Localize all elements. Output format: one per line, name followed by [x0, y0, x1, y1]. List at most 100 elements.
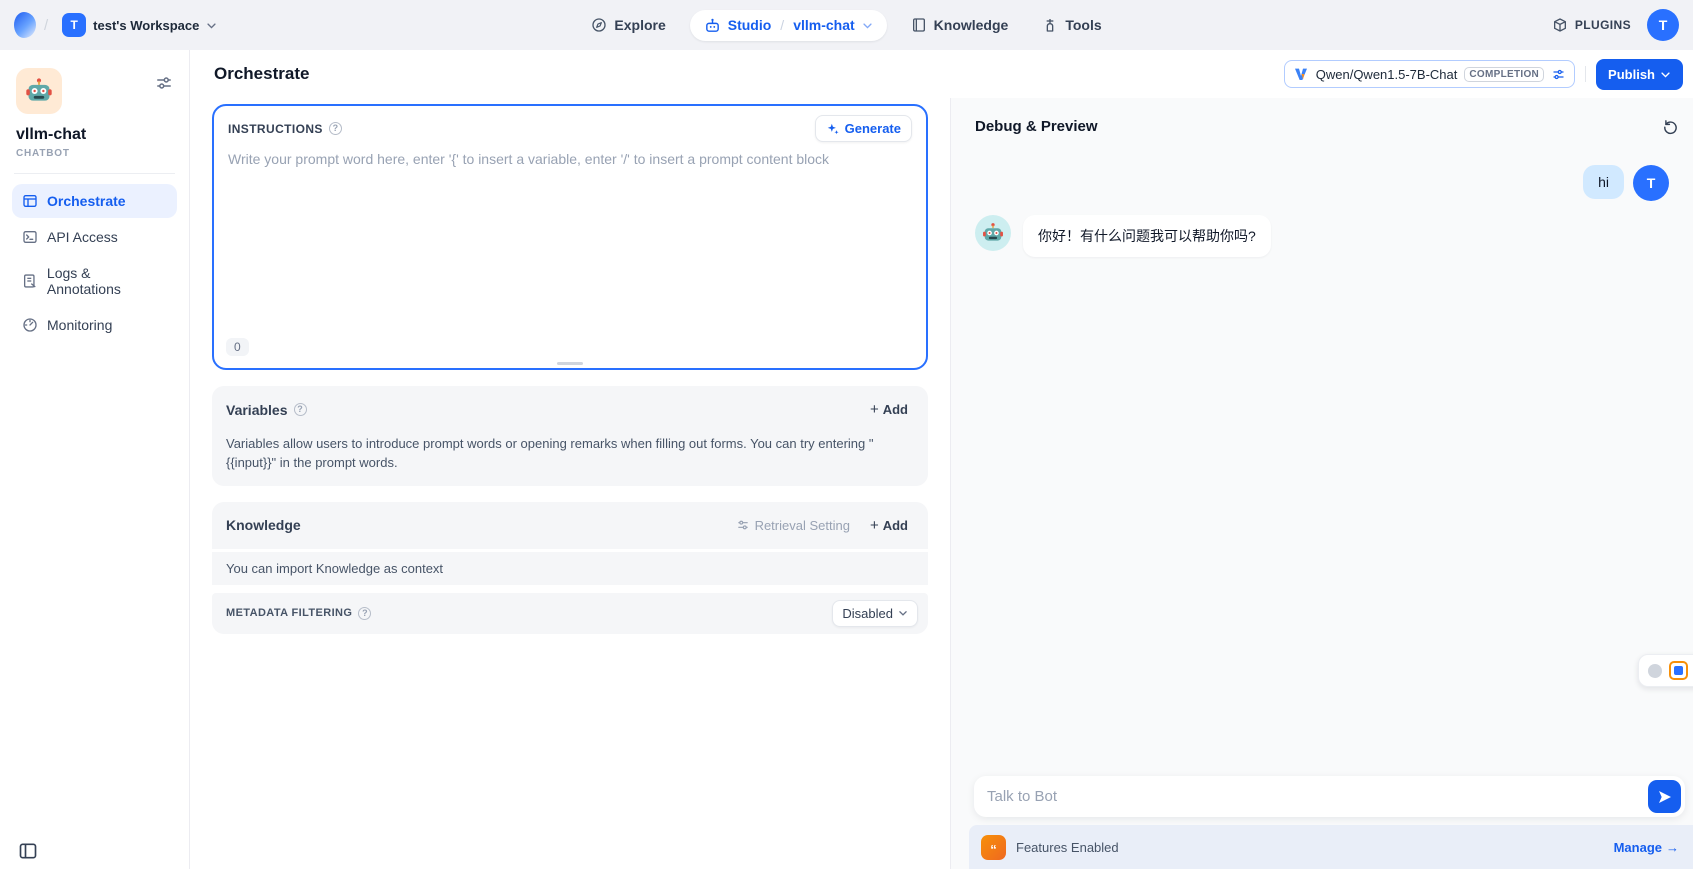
page-title: Orchestrate: [214, 64, 309, 84]
restart-conversation-button[interactable]: [1658, 114, 1683, 139]
publish-label: Publish: [1608, 67, 1655, 82]
send-icon: [1657, 789, 1673, 805]
sidebar-item-monitoring[interactable]: Monitoring: [12, 308, 177, 342]
robot-emoji-icon: [25, 77, 53, 105]
workspace-selector[interactable]: T test's Workspace: [56, 9, 223, 41]
nav-knowledge[interactable]: Knowledge: [901, 10, 1019, 40]
sparkles-icon: [826, 122, 840, 136]
generate-label: Generate: [845, 121, 901, 136]
generate-button[interactable]: Generate: [815, 115, 912, 142]
nav-separator: /: [780, 17, 784, 33]
explore-icon: [591, 17, 607, 33]
dify-logo[interactable]: [14, 12, 36, 38]
plugins-label: PLUGINS: [1575, 18, 1631, 32]
sidebar-item-label: Monitoring: [47, 317, 112, 333]
plugins-button[interactable]: PLUGINS: [1552, 17, 1631, 33]
features-bar: Features Enabled Manage: [969, 825, 1693, 869]
manage-features-link[interactable]: Manage: [1614, 840, 1679, 855]
metadata-filtering-dropdown[interactable]: Disabled: [832, 600, 918, 627]
app-type-label: CHATBOT: [16, 148, 173, 159]
sidebar-item-orchestrate[interactable]: Orchestrate: [12, 184, 177, 218]
chevron-down-icon: [206, 20, 217, 31]
retrieval-setting-button[interactable]: Retrieval Setting: [736, 518, 850, 533]
nav-studio[interactable]: Studio / vllm-chat: [690, 10, 887, 41]
chat-input[interactable]: [974, 788, 1685, 805]
add-label: Add: [883, 402, 908, 417]
prompt-input[interactable]: [228, 151, 912, 334]
orchestrate-config-panel: INSTRUCTIONS Generate 0: [190, 98, 950, 869]
add-variable-button[interactable]: Add: [864, 397, 914, 422]
knowledge-description: You can import Knowledge as context: [212, 552, 928, 585]
bot-message-bubble: 你好！有什么问题我可以帮助你吗?: [1023, 215, 1271, 257]
debug-preview-panel: Debug & Preview hi T 你好！有什么问题我可以帮助你吗: [950, 98, 1693, 869]
resize-handle[interactable]: [557, 362, 583, 365]
app-name: vllm-chat: [16, 126, 173, 144]
help-icon[interactable]: [294, 403, 307, 416]
breadcrumb-separator: /: [44, 17, 48, 34]
features-icon: [981, 835, 1006, 860]
app-sidebar: vllm-chat CHATBOT Orchestrate API Access…: [0, 50, 190, 869]
model-selector[interactable]: Qwen/Qwen1.5-7B-Chat COMPLETION: [1284, 60, 1575, 88]
nav-tools[interactable]: Tools: [1032, 10, 1111, 40]
logs-icon: [22, 273, 38, 289]
robot-icon: [704, 17, 721, 34]
manage-label: Manage: [1614, 840, 1662, 855]
chat-input-container: [974, 776, 1685, 817]
collapse-sidebar-button[interactable]: [18, 841, 38, 861]
user-chat-avatar: T: [1633, 165, 1669, 201]
help-icon[interactable]: [358, 607, 371, 620]
metadata-filtering-value: Disabled: [842, 606, 893, 621]
publish-button[interactable]: Publish: [1596, 59, 1683, 90]
nav-knowledge-label: Knowledge: [934, 17, 1009, 33]
feedback-widget[interactable]: [1638, 654, 1693, 687]
add-label: Add: [883, 518, 908, 533]
variables-section: Variables Add Variables allow users to i…: [212, 386, 928, 486]
features-enabled-label: Features Enabled: [1016, 840, 1119, 855]
chevron-down-icon: [898, 608, 908, 618]
orchestrate-icon: [22, 193, 38, 209]
variables-title: Variables: [226, 402, 288, 418]
model-params-icon[interactable]: [1551, 67, 1566, 82]
header-divider: [1585, 66, 1586, 82]
instructions-panel: INSTRUCTIONS Generate 0: [212, 104, 928, 370]
main-header: Orchestrate Qwen/Qwen1.5-7B-Chat COMPLET…: [190, 50, 1693, 98]
metadata-filtering-section: METADATA FILTERING Disabled: [212, 593, 928, 634]
sidebar-item-label: API Access: [47, 229, 118, 245]
instructions-title: INSTRUCTIONS: [228, 122, 323, 136]
chevron-down-icon: [862, 20, 873, 31]
model-mode-badge: COMPLETION: [1464, 67, 1544, 82]
user-avatar[interactable]: T: [1647, 9, 1679, 41]
nav-explore-label: Explore: [614, 17, 665, 33]
app-settings-icon[interactable]: [155, 74, 173, 92]
monitoring-icon: [22, 317, 38, 333]
app-icon[interactable]: [16, 68, 62, 114]
sidebar-item-api-access[interactable]: API Access: [12, 220, 177, 254]
plus-icon: [870, 401, 879, 418]
workspace-avatar: T: [62, 13, 86, 37]
book-icon: [911, 17, 927, 33]
sidebar-divider: [14, 173, 175, 174]
plus-icon: [870, 517, 879, 534]
sidebar-item-label: Orchestrate: [47, 193, 126, 209]
widget-dot-icon: [1648, 664, 1662, 678]
workspace-name: test's Workspace: [93, 18, 199, 33]
nav-tools-label: Tools: [1065, 17, 1101, 33]
bot-chat-avatar: [975, 215, 1011, 251]
knowledge-section-header: Knowledge Retrieval Setting Add: [212, 502, 928, 549]
refresh-icon: [1662, 118, 1679, 135]
help-icon[interactable]: [329, 122, 342, 135]
arrow-right-icon: [1666, 840, 1679, 855]
panel-collapse-icon: [18, 841, 38, 861]
model-name: Qwen/Qwen1.5-7B-Chat: [1316, 67, 1458, 82]
send-button[interactable]: [1648, 780, 1681, 813]
vllm-logo-icon: [1293, 66, 1309, 82]
nav-current-app: vllm-chat: [793, 17, 854, 33]
chevron-down-icon: [1660, 69, 1671, 80]
chat-message-user: hi T: [975, 165, 1669, 201]
nav-explore[interactable]: Explore: [581, 10, 675, 40]
sidebar-item-logs-annotations[interactable]: Logs & Annotations: [12, 256, 177, 306]
retrieval-setting-label: Retrieval Setting: [755, 518, 850, 533]
robot-emoji-icon: [982, 222, 1004, 244]
add-knowledge-button[interactable]: Add: [864, 513, 914, 538]
retrieval-settings-icon: [736, 518, 750, 532]
